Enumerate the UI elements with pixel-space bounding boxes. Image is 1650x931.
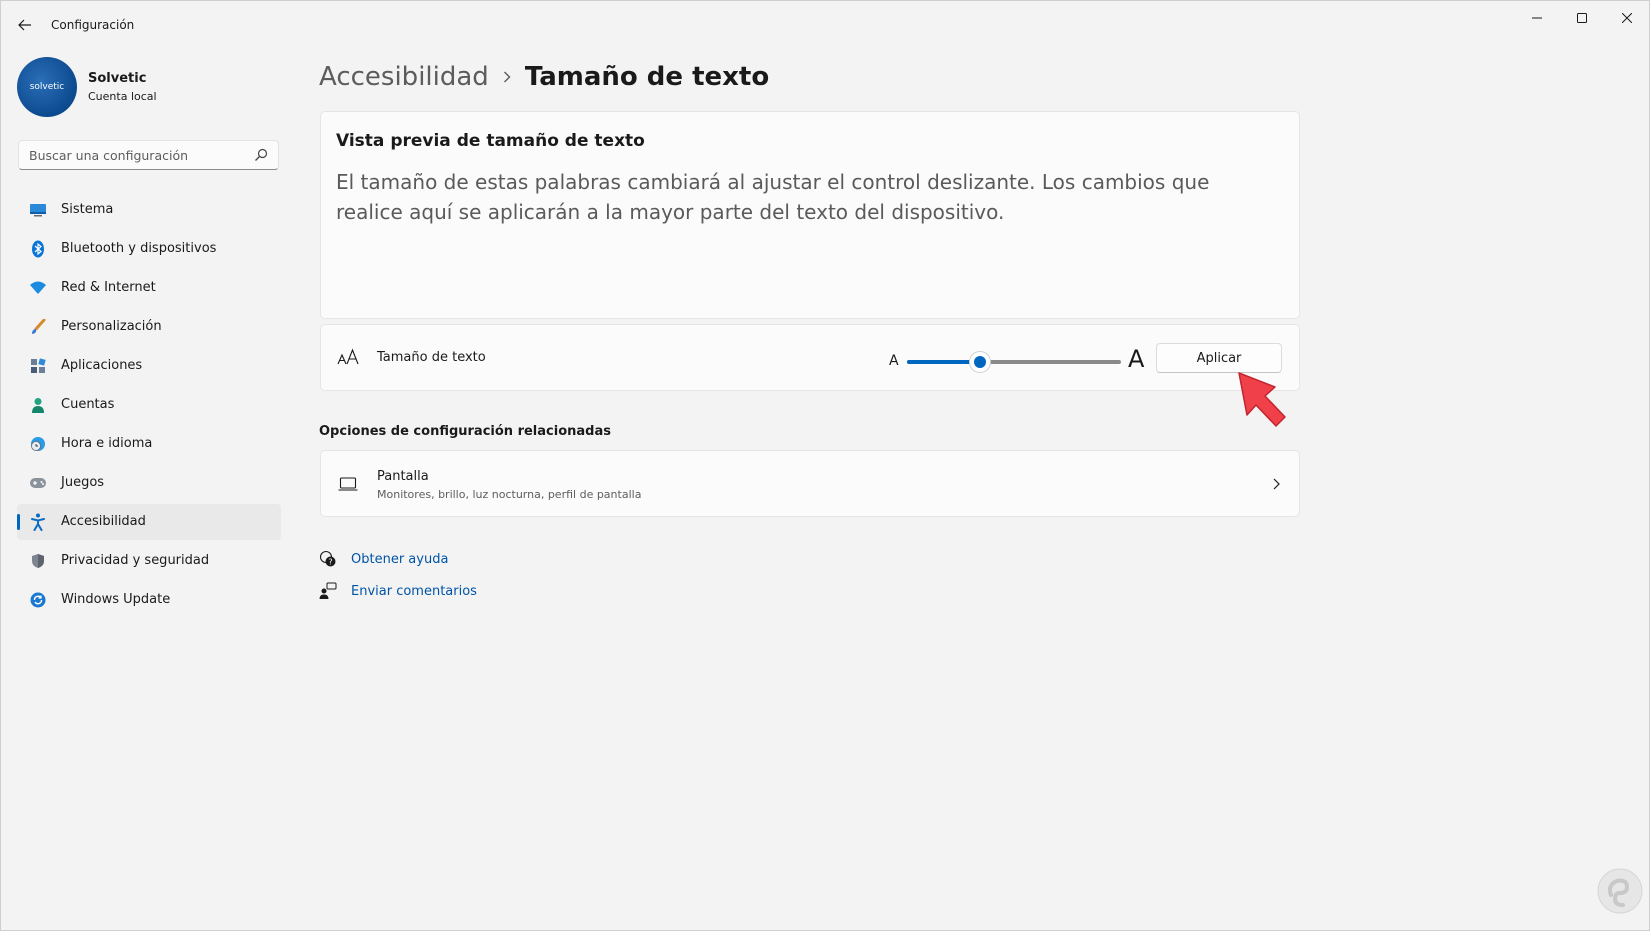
page-title: Tamaño de texto	[524, 62, 770, 92]
display-title: Pantalla	[377, 469, 429, 484]
feedback-icon	[319, 582, 337, 600]
sidebar-item-label: Hora e idioma	[61, 436, 153, 451]
sidebar-item-label: Aplicaciones	[61, 358, 143, 373]
preview-title: Vista previa de tamaño de texto	[336, 131, 645, 151]
maximize-icon	[1577, 13, 1587, 23]
close-button[interactable]	[1604, 1, 1650, 35]
sidebar-item-label: Windows Update	[61, 592, 171, 607]
gamepad-icon	[29, 474, 47, 492]
sidebar-item-privacidad[interactable]: Privacidad y seguridad	[17, 543, 281, 579]
brush-icon	[29, 318, 47, 336]
shield-icon	[29, 552, 47, 570]
sidebar-item-label: Red & Internet	[61, 280, 156, 295]
close-icon	[1622, 13, 1632, 23]
preview-text: El tamaño de estas palabras cambiará al …	[336, 170, 1210, 224]
arrow-left-icon	[18, 19, 31, 31]
title-bar: Configuración	[1, 1, 1649, 49]
sidebar-item-red-internet[interactable]: Red & Internet	[17, 270, 281, 306]
text-size-preview-card: Vista previa de tamaño de texto El tamañ…	[320, 111, 1300, 319]
sidebar-item-label: Bluetooth y dispositivos	[61, 241, 217, 256]
text-size-slider[interactable]	[907, 351, 1121, 373]
person-icon	[29, 396, 47, 414]
chevron-right-icon	[503, 71, 511, 83]
slider-thumb-dot	[973, 356, 986, 368]
laptop-icon	[338, 477, 358, 491]
sidebar-item-personalizacion[interactable]: Personalización	[17, 309, 281, 345]
back-button[interactable]	[13, 13, 37, 37]
sidebar-item-label: Sistema	[61, 202, 114, 217]
watermark-logo	[1597, 868, 1643, 914]
sidebar-item-accesibilidad[interactable]: Accesibilidad	[17, 504, 281, 540]
text-size-setting-card: Tamaño de texto A A Aplicar	[320, 324, 1300, 391]
search-icon	[255, 148, 268, 161]
minimize-icon	[1532, 17, 1542, 19]
user-profile[interactable]: solvetic Solvetic Cuenta local	[17, 57, 277, 117]
wifi-icon	[29, 279, 47, 297]
font-size-icon	[337, 348, 359, 365]
user-name: Solvetic	[88, 71, 147, 86]
search-placeholder: Buscar una configuración	[29, 148, 189, 163]
related-settings-heading: Opciones de configuración relacionadas	[319, 424, 611, 439]
sidebar-item-cuentas[interactable]: Cuentas	[17, 387, 281, 423]
sidebar-item-label: Personalización	[61, 319, 162, 334]
bluetooth-icon	[29, 240, 47, 258]
sidebar-item-hora-idioma[interactable]: Hora e idioma	[17, 426, 281, 462]
send-feedback-link[interactable]: Enviar comentarios	[319, 580, 477, 602]
display-subtitle: Monitores, brillo, luz nocturna, perfil …	[377, 488, 642, 501]
avatar-text: solvetic	[29, 82, 65, 92]
slider-max-label: A	[1128, 345, 1145, 373]
chevron-right-icon	[1273, 478, 1280, 490]
get-help-label: Obtener ayuda	[351, 551, 449, 567]
display-settings-link[interactable]: Pantalla Monitores, brillo, luz nocturna…	[320, 450, 1300, 517]
minimize-button[interactable]	[1514, 1, 1560, 35]
help-chat-icon: ?	[319, 550, 337, 568]
sidebar-item-label: Juegos	[61, 475, 105, 490]
sidebar-item-sistema[interactable]: Sistema	[17, 192, 281, 228]
breadcrumb: Accesibilidad Tamaño de texto	[319, 57, 769, 97]
apps-icon	[29, 357, 47, 375]
breadcrumb-parent[interactable]: Accesibilidad	[319, 62, 489, 92]
send-feedback-label: Enviar comentarios	[351, 583, 477, 599]
get-help-link[interactable]: ? Obtener ayuda	[319, 548, 448, 570]
update-icon	[29, 591, 47, 609]
app-title: Configuración	[51, 18, 135, 32]
sidebar-item-label: Cuentas	[61, 397, 115, 412]
monitor-icon	[29, 201, 47, 219]
text-size-label: Tamaño de texto	[377, 350, 486, 365]
accessibility-icon	[29, 513, 47, 531]
search-input[interactable]: Buscar una configuración	[18, 140, 279, 170]
settings-window: Configuración solvetic Solvetic Cuenta l…	[0, 0, 1650, 931]
svg-text:?: ?	[328, 558, 332, 567]
account-type: Cuenta local	[88, 90, 157, 103]
sidebar-item-label: Accesibilidad	[61, 514, 146, 529]
sidebar-item-juegos[interactable]: Juegos	[17, 465, 281, 501]
sidebar-item-label: Privacidad y seguridad	[61, 553, 210, 568]
globe-clock-icon	[29, 435, 47, 453]
sidebar-item-windows-update[interactable]: Windows Update	[17, 582, 281, 618]
sidebar-item-bluetooth[interactable]: Bluetooth y dispositivos	[17, 231, 281, 267]
pointer-arrow-icon	[1238, 372, 1286, 427]
sidebar-item-aplicaciones[interactable]: Aplicaciones	[17, 348, 281, 384]
sidebar-nav: Sistema Bluetooth y dispositivos Red & I…	[17, 192, 281, 621]
slider-thumb[interactable]	[968, 351, 991, 373]
slider-min-label: A	[889, 353, 899, 369]
avatar: solvetic	[17, 57, 77, 117]
maximize-button[interactable]	[1559, 1, 1605, 35]
